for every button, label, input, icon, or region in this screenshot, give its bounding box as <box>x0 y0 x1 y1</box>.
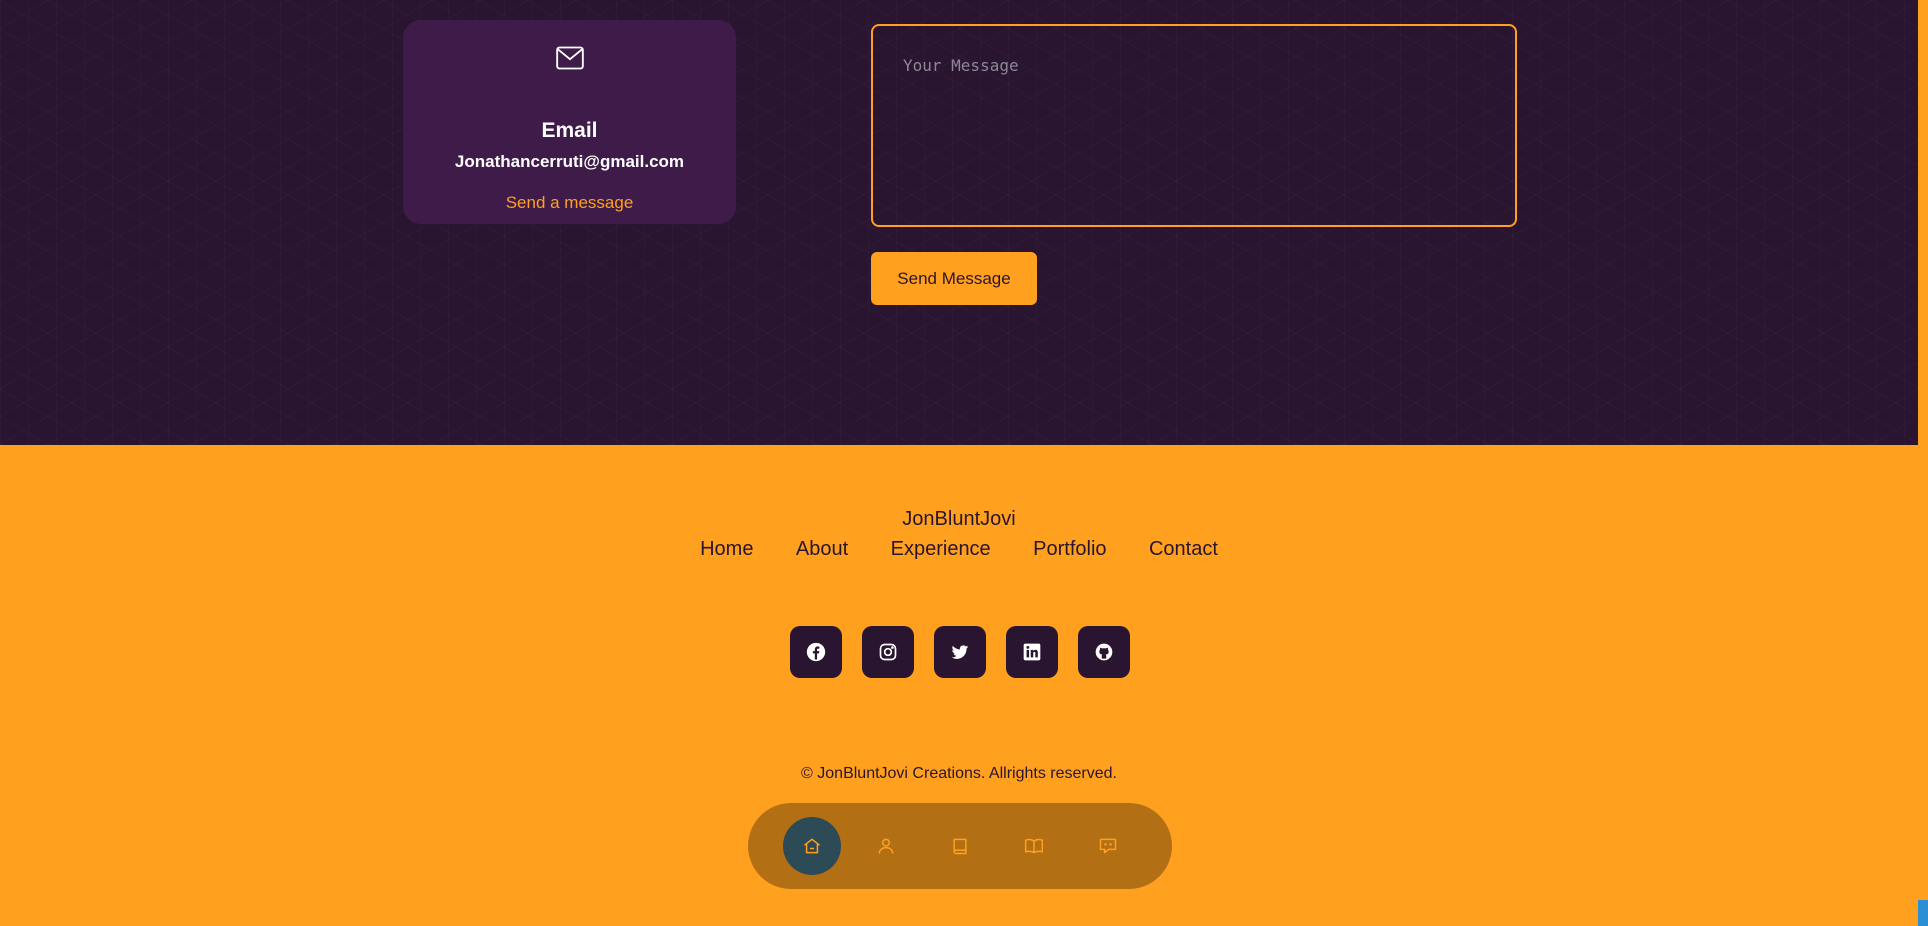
footer-link-about[interactable]: About <box>796 538 848 561</box>
footer-link-contact[interactable]: Contact <box>1149 538 1218 561</box>
send-message-button[interactable]: Send Message <box>871 252 1037 305</box>
scrollbar-thumb[interactable] <box>1918 900 1928 926</box>
floating-nav-dock <box>748 803 1172 889</box>
footer-nav: Home About Experience Portfolio Contact <box>0 538 1918 561</box>
facebook-icon <box>806 642 826 662</box>
footer-link-portfolio[interactable]: Portfolio <box>1033 538 1106 561</box>
github-icon <box>1095 643 1113 661</box>
contact-section: Email Jonathancerruti@gmail.com Send a m… <box>0 0 1918 445</box>
dock-contact[interactable] <box>1079 817 1137 875</box>
message-icon <box>1099 838 1117 854</box>
dock-portfolio[interactable] <box>1005 817 1063 875</box>
dock-experience[interactable] <box>931 817 989 875</box>
message-input[interactable] <box>871 24 1517 227</box>
dock-about[interactable] <box>857 817 915 875</box>
instagram-icon <box>879 643 897 661</box>
footer-link-home[interactable]: Home <box>700 538 753 561</box>
instagram-link[interactable] <box>862 626 914 678</box>
facebook-link[interactable] <box>790 626 842 678</box>
linkedin-icon <box>1023 643 1041 661</box>
book-icon <box>953 838 967 855</box>
linkedin-link[interactable] <box>1006 626 1058 678</box>
home-icon <box>804 838 820 854</box>
footer-brand: JonBluntJovi <box>902 508 1016 530</box>
twitter-link[interactable] <box>934 626 986 678</box>
open-book-icon <box>1024 838 1044 854</box>
twitter-icon <box>951 645 969 659</box>
footer-link-experience[interactable]: Experience <box>891 538 991 561</box>
email-address: Jonathancerruti@gmail.com <box>454 152 685 171</box>
send-a-message-link[interactable]: Send a message <box>403 193 736 213</box>
email-card: Email Jonathancerruti@gmail.com Send a m… <box>403 20 736 224</box>
dock-home[interactable] <box>783 817 841 875</box>
email-card-title: Email <box>541 119 598 142</box>
social-links <box>790 626 1130 678</box>
github-link[interactable] <box>1078 626 1130 678</box>
mail-icon <box>556 46 584 70</box>
user-icon <box>878 838 894 854</box>
copyright: © JonBluntJovi Creations. Allrights rese… <box>801 765 1117 782</box>
scrollbar-track[interactable] <box>1918 0 1928 926</box>
